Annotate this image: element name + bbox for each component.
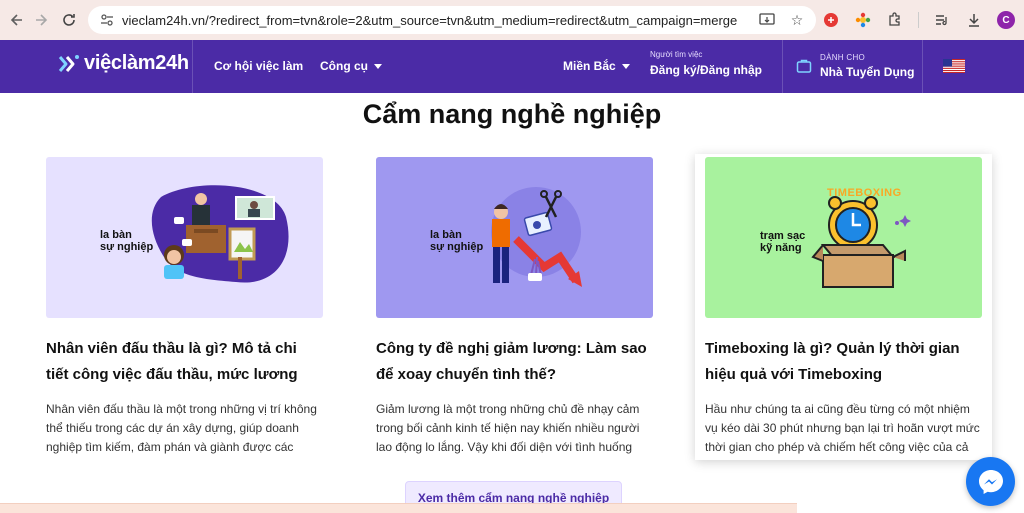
login-label: Đăng ký/Đăng nhập <box>650 63 763 77</box>
article-title[interactable]: Timeboxing là gì? Quản lý thời gian hiệu… <box>705 336 982 388</box>
brand-tag: trạm sạc kỹ năng <box>760 230 805 254</box>
login-caption: Người tìm việc <box>650 50 703 59</box>
bookmark-star-icon[interactable]: ☆ <box>788 11 806 29</box>
employer-caption: DÀNH CHO <box>820 53 866 62</box>
article-card[interactable]: la bàn sự nghiệp Công ty đề nghị giảm lư… <box>376 157 653 457</box>
header-divider <box>922 40 923 93</box>
article-excerpt: Giảm lương là một trong những chủ đề nhạ… <box>376 402 640 454</box>
article-thumbnail[interactable]: la bàn sự nghiệp <box>376 157 653 318</box>
media-control-icon[interactable] <box>933 11 951 29</box>
reload-icon[interactable] <box>54 5 84 35</box>
brand-line: sự nghiệp <box>430 241 484 253</box>
site-header: việclàm24h Cơ hội việc làm Công cụ Miền … <box>0 40 1024 93</box>
article-card[interactable]: TIMEBOXING trạm sạc kỹ năng Timeboxing l… <box>695 154 992 460</box>
meeting-illustration <box>151 185 289 283</box>
timeboxing-illustration <box>811 196 911 288</box>
banner-text: TIMEBOXING <box>827 187 902 199</box>
article-excerpt: Nhân viên đấu thầu là một trong những vị… <box>46 402 317 454</box>
divider <box>918 12 919 28</box>
address-bar[interactable]: vieclam24h.vn/?redirect_from=tvn&role=2&… <box>88 6 816 34</box>
us-flag-icon[interactable] <box>943 59 965 73</box>
region-selector[interactable]: Miền Bắc <box>563 59 630 73</box>
employer-label: Nhà Tuyển Dụng <box>820 65 915 79</box>
brand-tag: la bàn sự nghiệp <box>430 229 483 253</box>
menu-tools[interactable]: Công cụ <box>320 59 382 73</box>
extension-red-icon[interactable] <box>822 11 840 29</box>
menu-jobs[interactable]: Cơ hội việc làm <box>214 59 303 73</box>
brand-line: kỹ năng <box>760 242 802 254</box>
status-bar <box>0 503 797 513</box>
salary-cut-illustration <box>491 187 582 287</box>
briefcase-icon <box>796 59 812 73</box>
article-card[interactable]: la bàn sự nghiệp Nhân viên đấu thầu là g… <box>46 157 323 457</box>
chevron-down-icon <box>374 63 382 69</box>
brand-line: trạm sạc <box>760 230 806 242</box>
brand-line: la bàn <box>430 229 462 241</box>
download-icon[interactable] <box>965 11 983 29</box>
article-title[interactable]: Nhân viên đấu thầu là gì? Mô tả chi tiết… <box>46 336 323 388</box>
site-settings-icon[interactable] <box>98 11 116 29</box>
employer-link[interactable]: DÀNH CHO Nhà Tuyển Dụng <box>796 53 914 79</box>
menu-jobs-label: Cơ hội việc làm <box>214 59 304 73</box>
article-thumbnail[interactable]: TIMEBOXING trạm sạc kỹ năng <box>705 157 982 318</box>
article-title[interactable]: Công ty đề nghị giảm lương: Làm sao để x… <box>376 336 653 388</box>
brand-line: sự nghiệp <box>100 241 154 253</box>
logo-mark-icon <box>58 54 79 72</box>
brand-tag: la bàn sự nghiệp <box>100 229 153 253</box>
extensions-puzzle-icon[interactable] <box>886 11 904 29</box>
forward-icon[interactable] <box>26 5 56 35</box>
article-thumbnail[interactable]: la bàn sự nghiệp <box>46 157 323 318</box>
login-register-link[interactable]: Người tìm việc Đăng ký/Đăng nhập <box>650 50 762 77</box>
header-divider <box>782 40 783 93</box>
chevron-down-icon <box>621 63 630 69</box>
profile-avatar[interactable]: C <box>997 11 1015 29</box>
install-app-icon[interactable] <box>758 11 776 29</box>
messenger-icon <box>978 469 1003 494</box>
menu-tools-label: Công cụ <box>320 59 368 73</box>
article-excerpt: Hầu như chúng ta ai cũng đều từng có một… <box>705 402 980 454</box>
logo-text: việclàm24h <box>84 52 189 74</box>
browser-toolbar: vieclam24h.vn/?redirect_from=tvn&role=2&… <box>0 0 1024 40</box>
page-title: Cẩm nang nghề nghiệp <box>362 99 662 129</box>
extension-flower-icon[interactable] <box>854 11 872 29</box>
url-text[interactable]: vieclam24h.vn/?redirect_from=tvn&role=2&… <box>122 13 762 28</box>
brand-line: la bàn <box>100 229 132 241</box>
messenger-chat-button[interactable] <box>966 457 1015 506</box>
site-logo[interactable]: việclàm24h <box>58 52 189 75</box>
region-label: Miền Bắc <box>563 59 616 73</box>
header-divider <box>192 40 193 93</box>
